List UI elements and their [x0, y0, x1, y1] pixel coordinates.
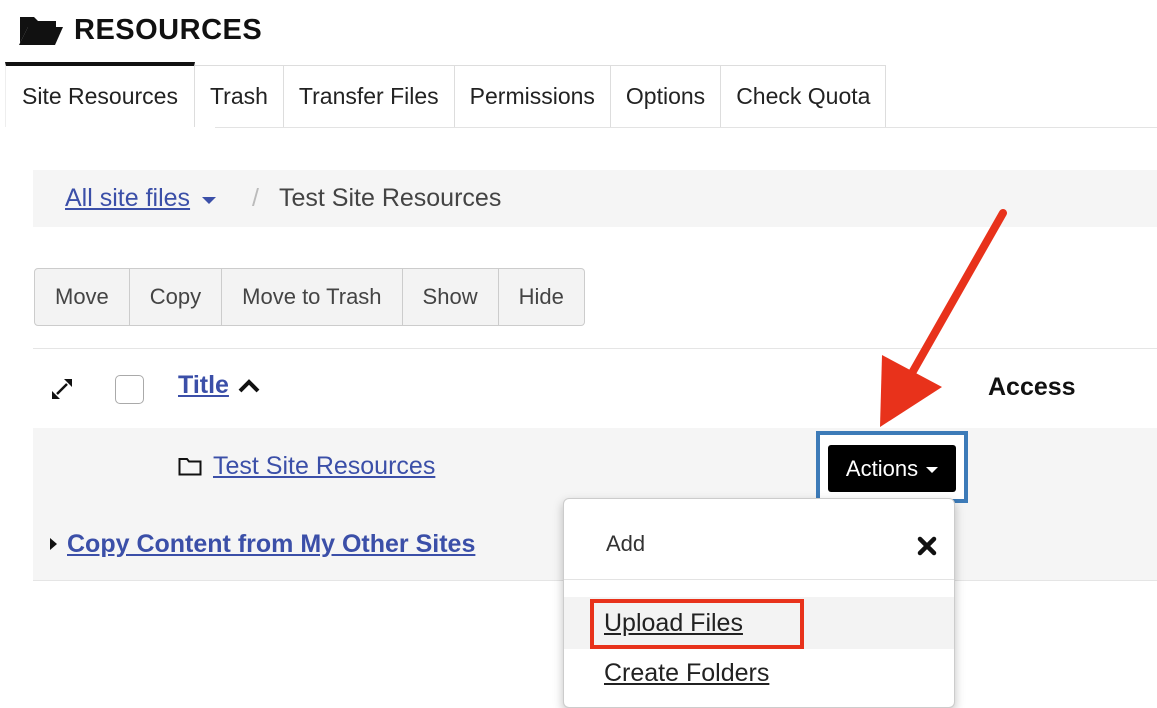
hide-button[interactable]: Hide	[498, 268, 585, 326]
move-button[interactable]: Move	[34, 268, 130, 326]
create-folders-item[interactable]: Create Folders	[604, 659, 769, 688]
caret-down-icon	[202, 196, 217, 204]
title-column-header[interactable]: Title	[178, 371, 261, 400]
table-row: Test Site Resources Actions	[33, 428, 1157, 509]
tab-trash[interactable]: Trash	[194, 65, 284, 127]
move-to-trash-button[interactable]: Move to Trash	[222, 268, 403, 326]
upload-files-item[interactable]: Upload Files	[604, 609, 743, 638]
table-header: Title Access	[33, 348, 1157, 430]
tab-divider	[215, 127, 1157, 128]
tab-permissions[interactable]: Permissions	[454, 65, 611, 127]
breadcrumb: All site files / Test Site Resources	[33, 170, 1157, 227]
folder-icon	[178, 458, 202, 476]
actions-button[interactable]: Actions	[828, 445, 956, 492]
tab-site-resources[interactable]: Site Resources	[5, 62, 195, 127]
tab-transfer-files[interactable]: Transfer Files	[283, 65, 455, 127]
actions-label: Actions	[845, 455, 919, 481]
breadcrumb-separator: /	[252, 184, 259, 212]
triangle-right-icon[interactable]	[50, 538, 57, 550]
tab-check-quota[interactable]: Check Quota	[721, 65, 887, 127]
add-dropdown-menu: Add Upload Files Create Folders	[563, 498, 955, 708]
breadcrumb-all-site-files[interactable]: All site files	[65, 184, 217, 213]
select-all-checkbox[interactable]	[115, 375, 144, 404]
copy-content-link[interactable]: Copy Content from My Other Sites	[67, 530, 475, 559]
access-column-header: Access	[988, 373, 1076, 401]
dropdown-divider	[564, 579, 954, 580]
actions-focus-ring: Actions	[816, 431, 968, 503]
title-column-label: Title	[178, 371, 229, 399]
dropdown-header: Add	[606, 531, 646, 556]
chevron-up-icon	[238, 378, 260, 392]
folder-open-icon	[19, 17, 63, 45]
close-icon[interactable]	[916, 535, 938, 557]
breadcrumb-root-label: All site files	[65, 184, 191, 212]
action-button-group: Move Copy Move to Trash Show Hide	[34, 268, 585, 326]
expand-icon[interactable]	[49, 376, 75, 402]
breadcrumb-current: Test Site Resources	[279, 184, 502, 212]
caret-down-icon	[926, 467, 939, 473]
page-title: RESOURCES	[74, 13, 263, 46]
copy-button[interactable]: Copy	[129, 268, 223, 326]
tab-bar: Site Resources Trash Transfer Files Perm…	[5, 62, 887, 127]
show-button[interactable]: Show	[402, 268, 499, 326]
tab-options[interactable]: Options	[610, 65, 722, 127]
page-header: RESOURCES	[18, 10, 262, 50]
folder-link[interactable]: Test Site Resources	[213, 452, 435, 481]
